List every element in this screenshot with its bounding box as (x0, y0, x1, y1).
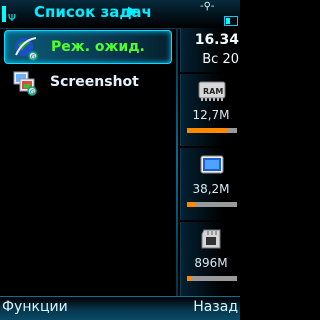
clock-date: Вс 20 (202, 52, 239, 67)
svg-text:RAM: RAM (203, 87, 223, 96)
signal-strength-icon: Ψ (2, 4, 16, 24)
ram-status: RAM 12,7M (180, 74, 241, 146)
info-panel: 16.34 Вс 20 RAM 12,7M 38,2M 896M (176, 28, 241, 296)
phone-memory-value: 38,2M (192, 182, 230, 196)
svg-text:G: G (30, 89, 35, 96)
task-item-screenshot[interactable]: G Screenshot (4, 66, 172, 100)
memory-card-usage-bar (187, 276, 237, 281)
phone-memory-usage-fill (187, 202, 195, 207)
phone-memory-status: 38,2M (180, 148, 241, 220)
battery-icon (224, 16, 238, 26)
memory-card-status: 896M (180, 222, 241, 296)
standby-globe-icon: G (15, 37, 38, 61)
memory-card-value: 896M (194, 256, 228, 270)
memory-card-usage-fill (187, 276, 191, 281)
svg-text:G: G (31, 54, 36, 61)
options-softkey[interactable]: Функции (2, 299, 68, 315)
ram-usage-fill (187, 128, 228, 133)
network-indicator: -⚲- (200, 1, 215, 12)
screenshot-app-icon: G (13, 71, 37, 96)
ram-usage-bar (187, 128, 237, 133)
task-item-label: Screenshot (50, 74, 139, 90)
title-arrow-icon[interactable]: ▶ (128, 4, 138, 19)
back-softkey[interactable]: Назад (193, 299, 238, 315)
phone-memory-icon (200, 155, 224, 174)
clock-box: 16.34 Вс 20 (180, 28, 241, 72)
task-item-label: Реж. ожид. (51, 39, 145, 55)
ram-value: 12,7M (192, 108, 230, 122)
task-list: G Реж. ожид. G Screenshot (0, 28, 175, 296)
ram-chip-icon: RAM (198, 81, 226, 101)
task-item-standby[interactable]: G Реж. ожид. (4, 30, 172, 64)
clock-time: 16.34 (194, 32, 239, 48)
softkey-bar: Функции Назад (0, 296, 240, 320)
phone-memory-usage-bar (187, 202, 237, 207)
memory-card-icon (201, 229, 221, 249)
title-bar: Ψ Список задач ▶ -⚲- (0, 0, 240, 28)
